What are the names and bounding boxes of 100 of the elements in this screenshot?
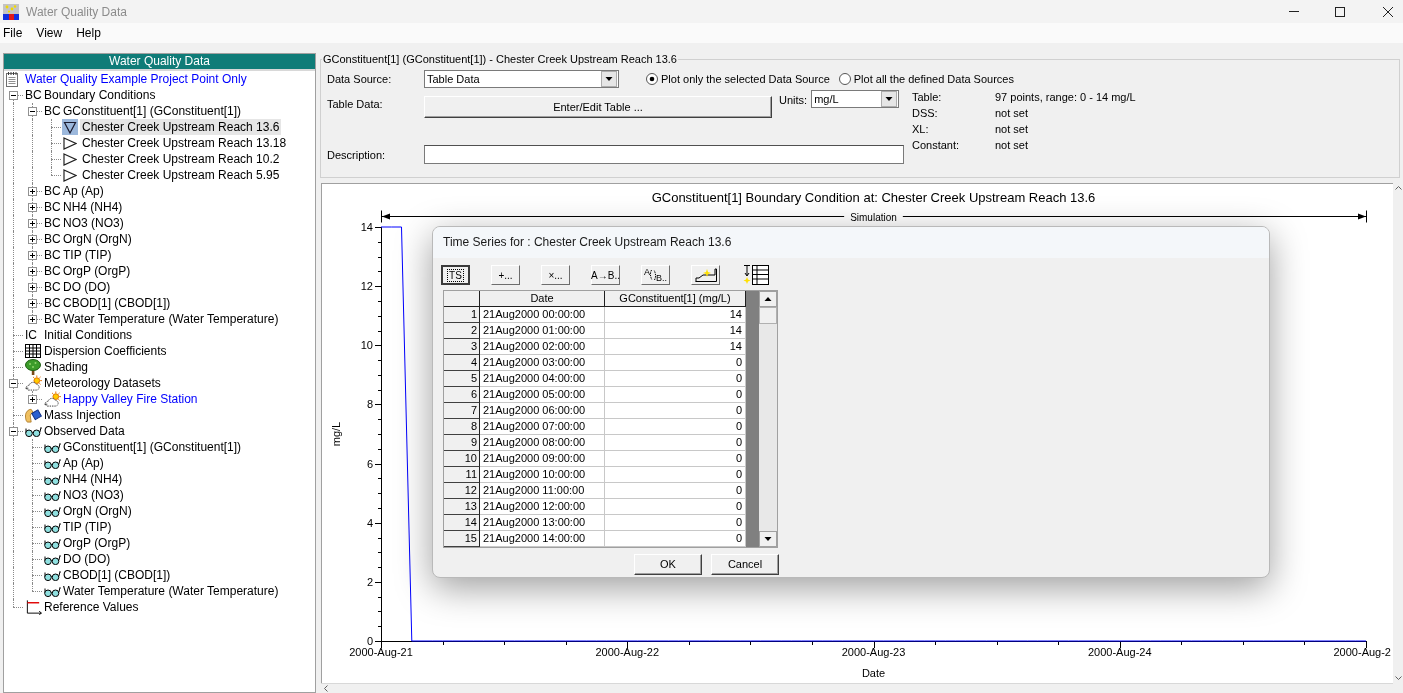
menu-item[interactable]: View [33, 23, 66, 43]
collapse-icon[interactable] [9, 91, 18, 100]
copy-button[interactable]: A→B.. [591, 265, 620, 285]
table-cell[interactable]: 21Aug2000 07:00:00 [480, 419, 605, 435]
expand-icon[interactable] [28, 299, 37, 308]
tree-item[interactable]: NO3 (NO3) [61, 215, 126, 231]
table-scrollbar[interactable] [759, 291, 777, 547]
table-cell[interactable]: 14 [605, 323, 746, 339]
table-cell[interactable]: 21Aug2000 13:00:00 [480, 515, 605, 531]
units-select[interactable]: mg/L [811, 90, 900, 108]
tree-item[interactable]: Meteorology Datasets [42, 375, 163, 391]
table-cell[interactable]: 21Aug2000 11:00:00 [480, 483, 605, 499]
tree-item[interactable]: NH4 (NH4) [61, 199, 125, 215]
tree-item[interactable]: OrgN (OrgN) [61, 231, 134, 247]
table-cell[interactable]: 0 [605, 483, 746, 499]
tree-item[interactable]: Chester Creek Upstream Reach 13.6 [80, 119, 282, 135]
table-cell[interactable]: 21Aug2000 05:00:00 [480, 387, 605, 403]
radio-icon[interactable] [646, 73, 658, 85]
table-cell[interactable]: 0 [605, 435, 746, 451]
table-cell[interactable]: 0 [605, 467, 746, 483]
plot-option-radio[interactable]: Plot all the defined Data Sources [838, 73, 1014, 85]
expand-icon[interactable] [28, 235, 37, 244]
data-source-select[interactable]: Table Data [424, 70, 619, 88]
tree-item[interactable]: GConstituent[1] (GConstituent[1]) [61, 103, 244, 119]
tree-item[interactable]: Chester Creek Upstream Reach 13.18 [80, 135, 289, 151]
table-cell[interactable]: 0 [605, 355, 746, 371]
tree-item[interactable]: Shading [42, 359, 91, 375]
tree-item[interactable]: Ap (Ap) [61, 455, 106, 471]
tree-item[interactable]: Ap (Ap) [61, 183, 106, 199]
tree-item[interactable]: OrgP (OrgP) [61, 535, 133, 551]
cancel-button[interactable]: Cancel [711, 554, 779, 575]
chart-button[interactable] [691, 265, 720, 285]
tree-item[interactable]: OrgN (OrgN) [61, 503, 134, 519]
tree-item[interactable]: Mass Injection [42, 407, 123, 423]
tree-item[interactable]: Observed Data [42, 423, 127, 439]
collapse-icon[interactable] [9, 427, 18, 436]
table-cell[interactable]: 21Aug2000 01:00:00 [480, 323, 605, 339]
table-cell[interactable]: 21Aug2000 10:00:00 [480, 467, 605, 483]
table-cell[interactable]: 0 [605, 419, 746, 435]
table-cell[interactable]: 21Aug2000 00:00:00 [480, 307, 605, 323]
collapse-icon[interactable] [28, 107, 37, 116]
tree-item[interactable]: TIP (TIP) [61, 247, 114, 263]
tree-item[interactable]: Water Temperature (Water Temperature) [61, 583, 281, 599]
tree-item[interactable]: CBOD[1] (CBOD[1]) [61, 567, 173, 583]
plot-option-radio[interactable]: Plot only the selected Data Source [646, 73, 830, 85]
expand-icon[interactable] [28, 395, 37, 404]
tree-item[interactable]: NH4 (NH4) [61, 471, 125, 487]
ok-button[interactable]: OK [634, 554, 702, 575]
table-cell[interactable]: 0 [605, 371, 746, 387]
table-cell[interactable]: 21Aug2000 14:00:00 [480, 531, 605, 547]
tree-item[interactable]: Water Quality Example Project Point Only [23, 71, 249, 87]
tree-item[interactable]: Happy Valley Fire Station [61, 391, 200, 407]
tree-item[interactable]: TIP (TIP) [61, 519, 114, 535]
tree-item[interactable]: OrgP (OrgP) [61, 263, 133, 279]
swap-button[interactable]: A B.. [641, 265, 670, 285]
table-cell[interactable]: 21Aug2000 06:00:00 [480, 403, 605, 419]
table-cell[interactable]: 0 [605, 451, 746, 467]
table-cell[interactable]: 0 [605, 531, 746, 547]
table-cell[interactable]: 21Aug2000 09:00:00 [480, 451, 605, 467]
tree-item[interactable]: CBOD[1] (CBOD[1]) [61, 295, 173, 311]
scroll-thumb[interactable] [759, 307, 777, 324]
tree-item[interactable]: Chester Creek Upstream Reach 5.95 [80, 167, 282, 183]
ts-button[interactable]: TS [441, 265, 470, 285]
tree-item[interactable]: Boundary Conditions [42, 87, 158, 103]
tree-item[interactable]: DO (DO) [61, 551, 113, 567]
tree-item[interactable]: Initial Conditions [42, 327, 135, 343]
table-cell[interactable]: 0 [605, 403, 746, 419]
expand-icon[interactable] [28, 315, 37, 324]
table-cell[interactable]: 21Aug2000 04:00:00 [480, 371, 605, 387]
table-cell[interactable]: 21Aug2000 12:00:00 [480, 499, 605, 515]
table-cell[interactable]: 21Aug2000 08:00:00 [480, 435, 605, 451]
tree-item[interactable]: Reference Values [42, 599, 141, 615]
tree-item[interactable]: DO (DO) [61, 279, 113, 295]
tree-item[interactable]: Dispersion Coefficients [42, 343, 169, 359]
expand-icon[interactable] [28, 283, 37, 292]
radio-icon[interactable] [838, 73, 851, 85]
table-cell[interactable]: 14 [605, 307, 746, 323]
expand-icon[interactable] [28, 203, 37, 212]
tree-item[interactable]: GConstituent[1] (GConstituent[1]) [61, 439, 244, 455]
tree-item[interactable]: NO3 (NO3) [61, 487, 126, 503]
table-cell[interactable]: 21Aug2000 03:00:00 [480, 355, 605, 371]
expand-icon[interactable] [28, 187, 37, 196]
expand-icon[interactable] [28, 251, 37, 260]
menu-item[interactable]: Help [73, 23, 104, 43]
column-header[interactable]: Date [480, 291, 605, 307]
insert-row-button[interactable]: +... [491, 265, 520, 285]
delete-row-button[interactable]: ×... [541, 265, 570, 285]
insert-table-button[interactable] [741, 265, 770, 285]
description-field[interactable] [424, 145, 904, 164]
menu-item[interactable]: File [0, 23, 26, 43]
table-cell[interactable]: 0 [605, 499, 746, 515]
expand-icon[interactable] [28, 219, 37, 228]
collapse-icon[interactable] [9, 379, 18, 388]
expand-icon[interactable] [28, 267, 37, 276]
edit-table-button[interactable]: Enter/Edit Table ... [424, 96, 772, 118]
tree-item[interactable]: Chester Creek Upstream Reach 10.2 [80, 151, 282, 167]
tree-item[interactable]: Water Temperature (Water Temperature) [61, 311, 281, 327]
table-cell[interactable]: 0 [605, 387, 746, 403]
column-header[interactable]: GConstituent[1] (mg/L) [605, 291, 746, 307]
table-cell[interactable]: 0 [605, 515, 746, 531]
